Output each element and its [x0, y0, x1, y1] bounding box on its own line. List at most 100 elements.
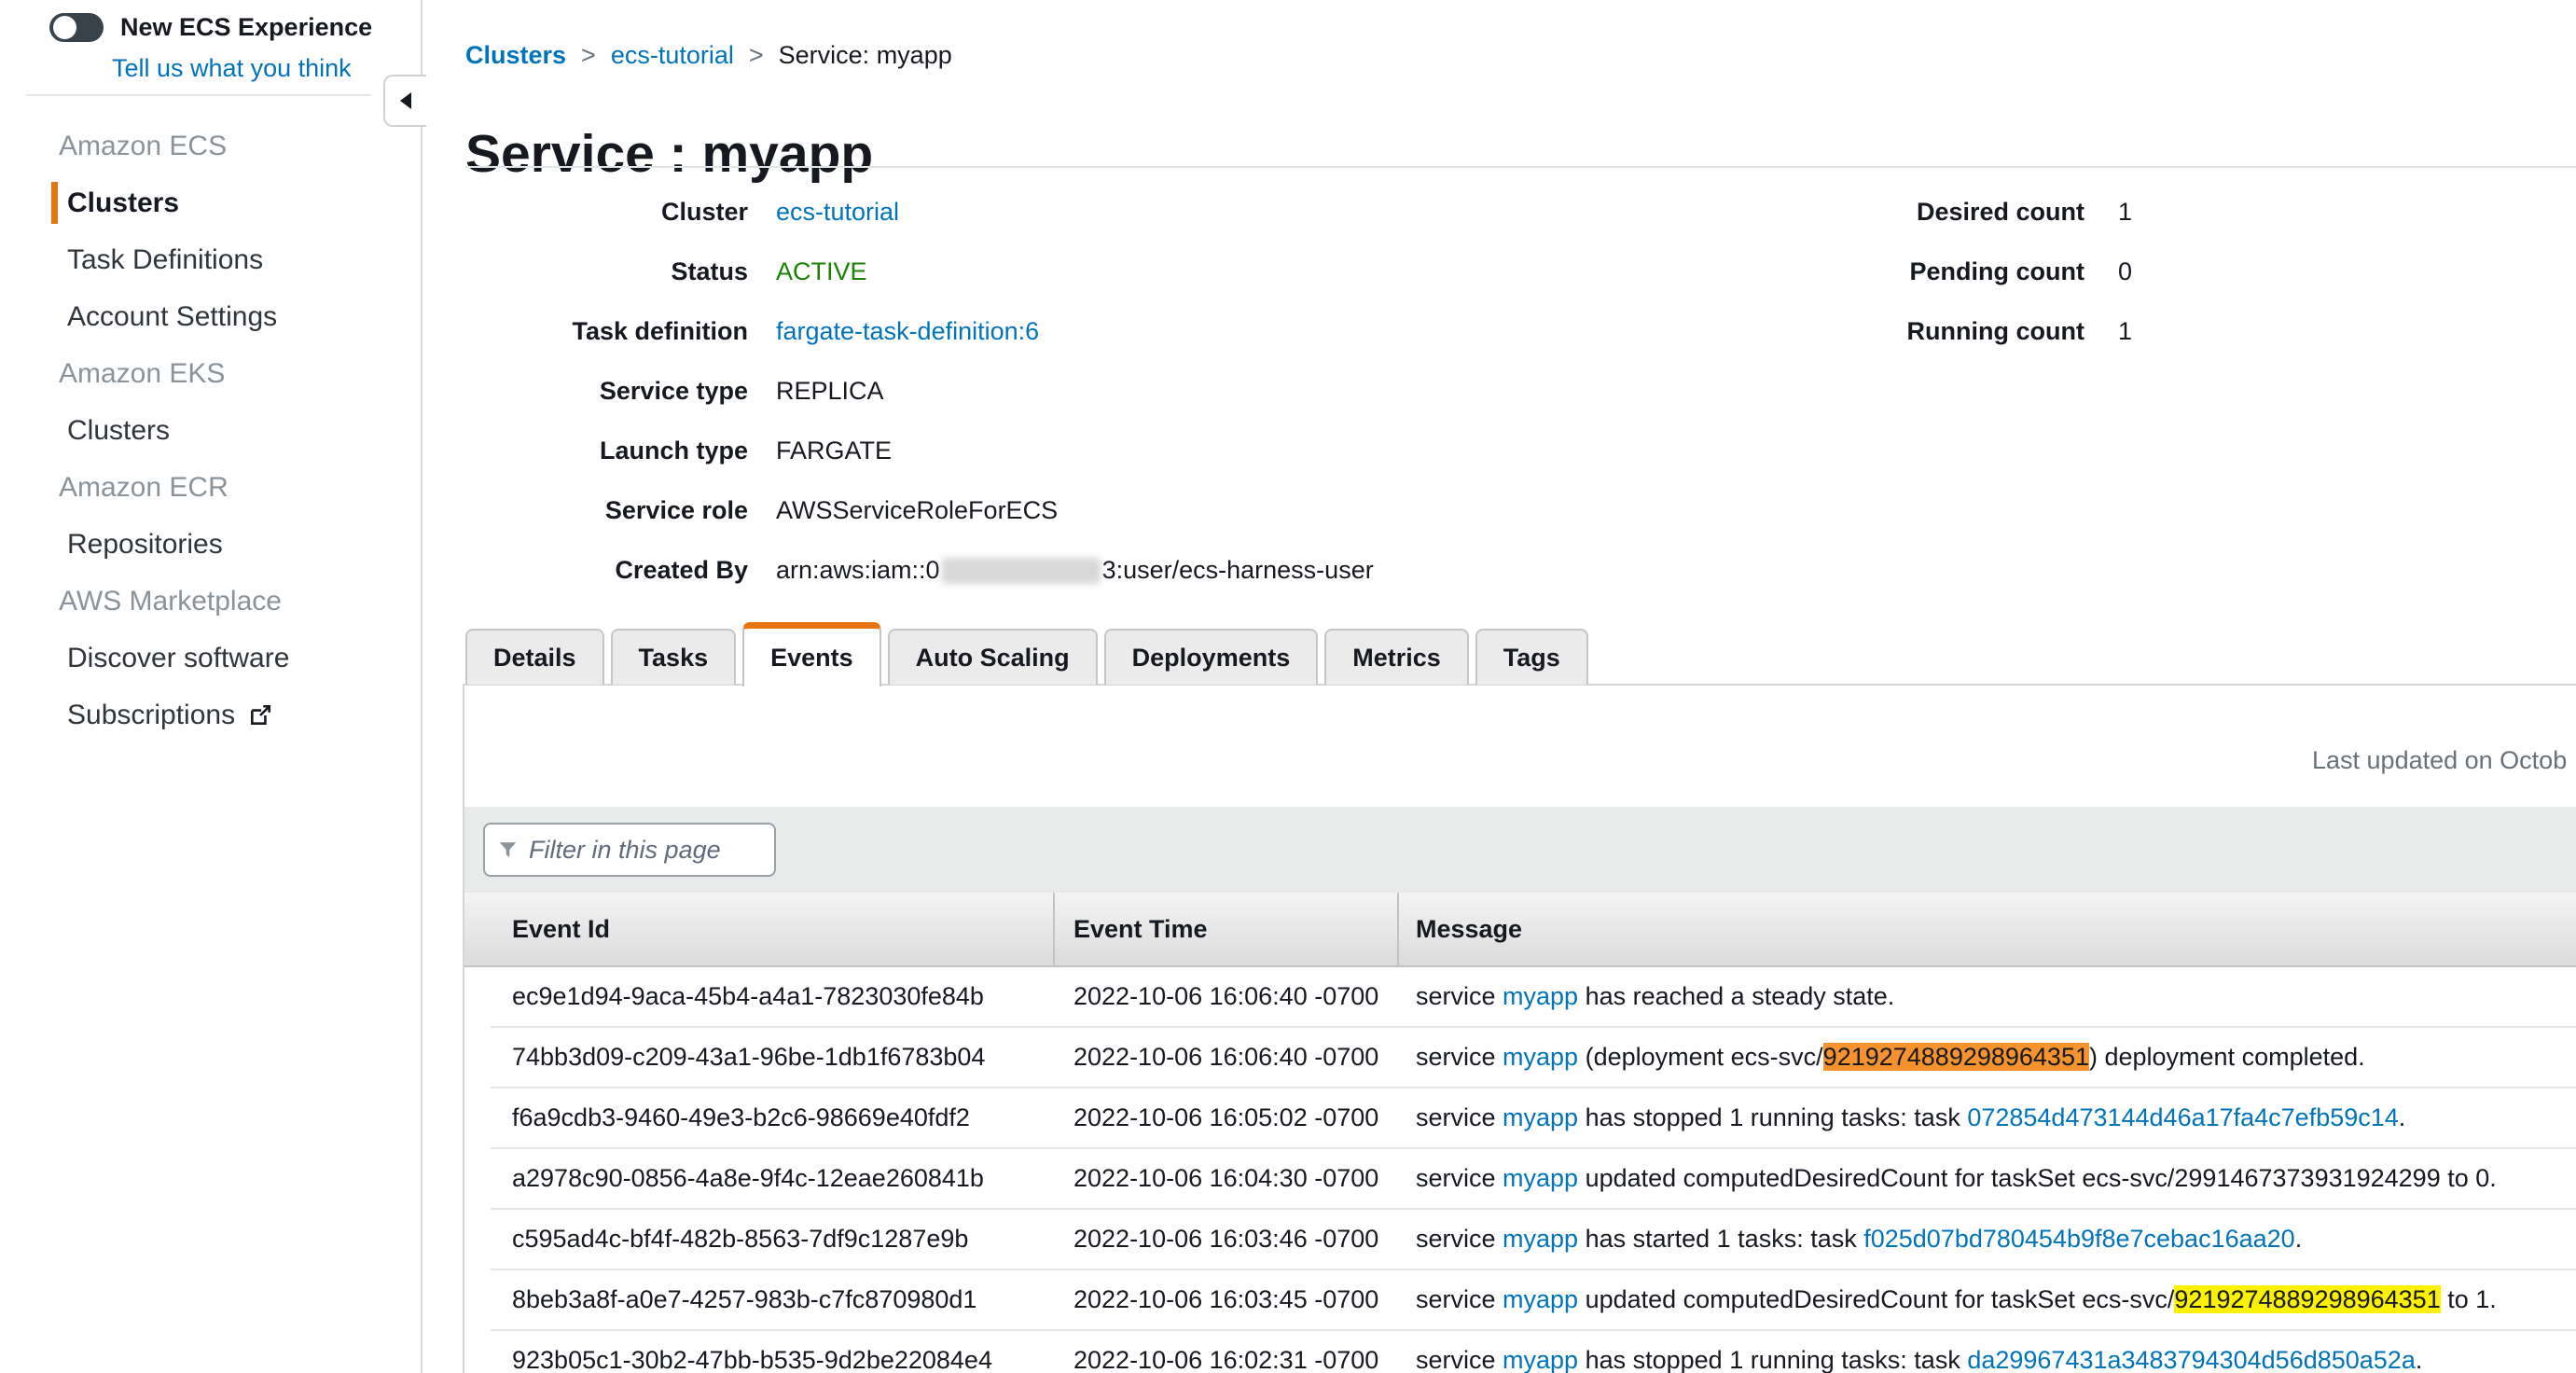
- message-link[interactable]: myapp: [1503, 1103, 1578, 1131]
- table-row[interactable]: 923b05c1-30b2-47bb-b535-9d2be22084e42022…: [491, 1331, 2576, 1373]
- message-link[interactable]: myapp: [1503, 1164, 1578, 1192]
- sidebar-item-discover-software[interactable]: Discover software: [0, 630, 421, 686]
- column-header-message: Message: [1399, 893, 2576, 965]
- title-divider: [465, 166, 2576, 168]
- filter-box: [483, 823, 776, 877]
- detail-value[interactable]: fargate-task-definition:6: [776, 317, 1039, 346]
- table-row[interactable]: 74bb3d09-c209-43a1-96be-1db1f6783b042022…: [491, 1028, 2576, 1089]
- message-link[interactable]: myapp: [1503, 982, 1578, 1010]
- events-table-body: ec9e1d94-9aca-45b4-a4a1-7823030fe84b2022…: [491, 967, 2576, 1373]
- detail-label: Cluster: [424, 198, 748, 227]
- breadcrumb-item-service-myapp: Service: myapp: [779, 41, 952, 70]
- tab-details[interactable]: Details: [465, 629, 604, 685]
- message-text: service: [1416, 1103, 1503, 1131]
- table-row[interactable]: c595ad4c-bf4f-482b-8563-7df9c1287e9b2022…: [491, 1210, 2576, 1270]
- event-id-cell: c595ad4c-bf4f-482b-8563-7df9c1287e9b: [491, 1225, 1055, 1254]
- message-text: has stopped 1 running tasks: task: [1578, 1103, 1967, 1131]
- tab-deployments[interactable]: Deployments: [1104, 629, 1319, 685]
- event-message-cell: service myapp updated computedDesiredCou…: [1399, 1164, 2576, 1193]
- message-link[interactable]: myapp: [1503, 1285, 1578, 1313]
- sidebar-item-label: Repositories: [67, 529, 223, 561]
- sidebar-collapse-button[interactable]: [383, 75, 426, 127]
- detail-value: arn:aws:iam::03:user/ecs-harness-user: [776, 556, 1374, 585]
- message-text: has stopped 1 running tasks: task: [1578, 1346, 1967, 1373]
- breadcrumb: Clusters>ecs-tutorial>Service: myapp: [465, 41, 952, 70]
- tab-tasks[interactable]: Tasks: [611, 629, 737, 685]
- tab-auto-scaling[interactable]: Auto Scaling: [888, 629, 1098, 685]
- external-link-icon: [248, 703, 272, 728]
- message-text: ) deployment completed.: [2089, 1043, 2365, 1071]
- message-link[interactable]: 072854d473144d46a17fa4c7efb59c14: [1967, 1103, 2398, 1131]
- feedback-link[interactable]: Tell us what you think: [112, 54, 352, 83]
- sidebar-item-label: Task Definitions: [67, 244, 263, 276]
- sidebar-item-clusters[interactable]: Clusters: [0, 402, 421, 459]
- nav-section-header-amazon-ecr: Amazon ECR: [0, 459, 421, 516]
- filter-input[interactable]: [527, 835, 761, 866]
- detail-label: Status: [424, 257, 748, 286]
- detail-row-task-definition: Task definitionfargate-task-definition:6: [424, 317, 1374, 351]
- sidebar-item-clusters[interactable]: Clusters: [0, 174, 421, 231]
- new-ecs-experience-row: New ECS Experience: [49, 13, 372, 42]
- event-time-cell: 2022-10-06 16:03:45 -0700: [1055, 1285, 1399, 1314]
- message-text: .: [2295, 1225, 2303, 1253]
- detail-row-desired-count: Desired count1: [1730, 198, 2132, 231]
- detail-value-suffix: 3:user/ecs-harness-user: [1102, 556, 1374, 584]
- sidebar-item-subscriptions[interactable]: Subscriptions: [0, 686, 421, 743]
- detail-label: Service role: [424, 496, 748, 525]
- events-table: Event IdEvent TimeMessage ec9e1d94-9aca-…: [464, 893, 2576, 1373]
- message-link[interactable]: myapp: [1503, 1225, 1578, 1253]
- message-text: service: [1416, 1164, 1503, 1192]
- active-indicator: [51, 182, 58, 224]
- tab-bar: DetailsTasksEventsAuto ScalingDeployment…: [465, 622, 1588, 685]
- message-text: .: [2399, 1103, 2406, 1131]
- detail-row-service-type: Service type REPLICA: [424, 377, 1374, 410]
- breadcrumb-item-ecs-tutorial[interactable]: ecs-tutorial: [611, 41, 734, 70]
- detail-label: Service type: [424, 377, 748, 406]
- new-ecs-experience-label: New ECS Experience: [120, 13, 372, 42]
- message-link[interactable]: da29967431a3483794304d56d850a52a: [1967, 1346, 2416, 1373]
- tab-events[interactable]: Events: [742, 622, 881, 686]
- sidebar-divider: [26, 94, 371, 96]
- table-row[interactable]: f6a9cdb3-9460-49e3-b2c6-98669e40fdf22022…: [491, 1089, 2576, 1149]
- message-text: service: [1416, 1043, 1503, 1071]
- message-text: service: [1416, 982, 1503, 1010]
- message-text: service: [1416, 1225, 1503, 1253]
- column-header-event-time: Event Time: [1055, 893, 1399, 965]
- sidebar-item-label: Discover software: [67, 643, 289, 674]
- detail-value[interactable]: ecs-tutorial: [776, 198, 899, 227]
- message-text: has started 1 tasks: task: [1578, 1225, 1863, 1253]
- message-link[interactable]: f025d07bd780454b9f8e7cebac16aa20: [1863, 1225, 2294, 1253]
- message-text: updated computedDesiredCount for taskSet…: [1578, 1285, 2174, 1313]
- event-message-cell: service myapp updated computedDesiredCou…: [1399, 1285, 2576, 1314]
- nav-section-header-aws-marketplace: AWS Marketplace: [0, 573, 421, 630]
- ecs-console-screen: New ECS Experience Tell us what you thin…: [0, 0, 2576, 1373]
- tab-tags[interactable]: Tags: [1475, 629, 1588, 685]
- event-message-cell: service myapp has stopped 1 running task…: [1399, 1103, 2576, 1132]
- sidebar-nav: Amazon ECSClustersTask DefinitionsAccoun…: [0, 118, 421, 743]
- events-panel: Event IdEvent TimeMessage ec9e1d94-9aca-…: [463, 684, 2576, 1373]
- message-text: service: [1416, 1285, 1503, 1313]
- detail-row-running-count: Running count1: [1730, 317, 2132, 351]
- sidebar-item-account-settings[interactable]: Account Settings: [0, 288, 421, 345]
- table-row[interactable]: ec9e1d94-9aca-45b4-a4a1-7823030fe84b2022…: [491, 967, 2576, 1028]
- detail-value: REPLICA: [776, 377, 884, 406]
- sidebar-item-repositories[interactable]: Repositories: [0, 516, 421, 573]
- event-id-cell: a2978c90-0856-4a8e-9f4c-12eae260841b: [491, 1164, 1055, 1193]
- event-id-cell: 8beb3a8f-a0e7-4257-983b-c7fc870980d1: [491, 1285, 1055, 1314]
- message-link[interactable]: myapp: [1503, 1346, 1578, 1373]
- message-link[interactable]: myapp: [1503, 1043, 1578, 1071]
- detail-value: 1: [2118, 317, 2132, 346]
- tab-metrics[interactable]: Metrics: [1324, 629, 1469, 685]
- sidebar-item-task-definitions[interactable]: Task Definitions: [0, 231, 421, 288]
- nav-section-header-amazon-eks: Amazon EKS: [0, 345, 421, 402]
- breadcrumb-item-clusters[interactable]: Clusters: [465, 41, 566, 70]
- detail-row-status: StatusACTIVE: [424, 257, 1374, 291]
- breadcrumb-separator: >: [581, 41, 596, 70]
- page-title: Service : myapp: [465, 123, 873, 185]
- detail-row-pending-count: Pending count0: [1730, 257, 2132, 291]
- new-ecs-experience-toggle[interactable]: [49, 13, 104, 42]
- table-row[interactable]: a2978c90-0856-4a8e-9f4c-12eae260841b2022…: [491, 1149, 2576, 1210]
- sidebar: New ECS Experience Tell us what you thin…: [0, 0, 422, 1373]
- events-table-header: Event IdEvent TimeMessage: [464, 893, 2576, 967]
- table-row[interactable]: 8beb3a8f-a0e7-4257-983b-c7fc870980d12022…: [491, 1270, 2576, 1331]
